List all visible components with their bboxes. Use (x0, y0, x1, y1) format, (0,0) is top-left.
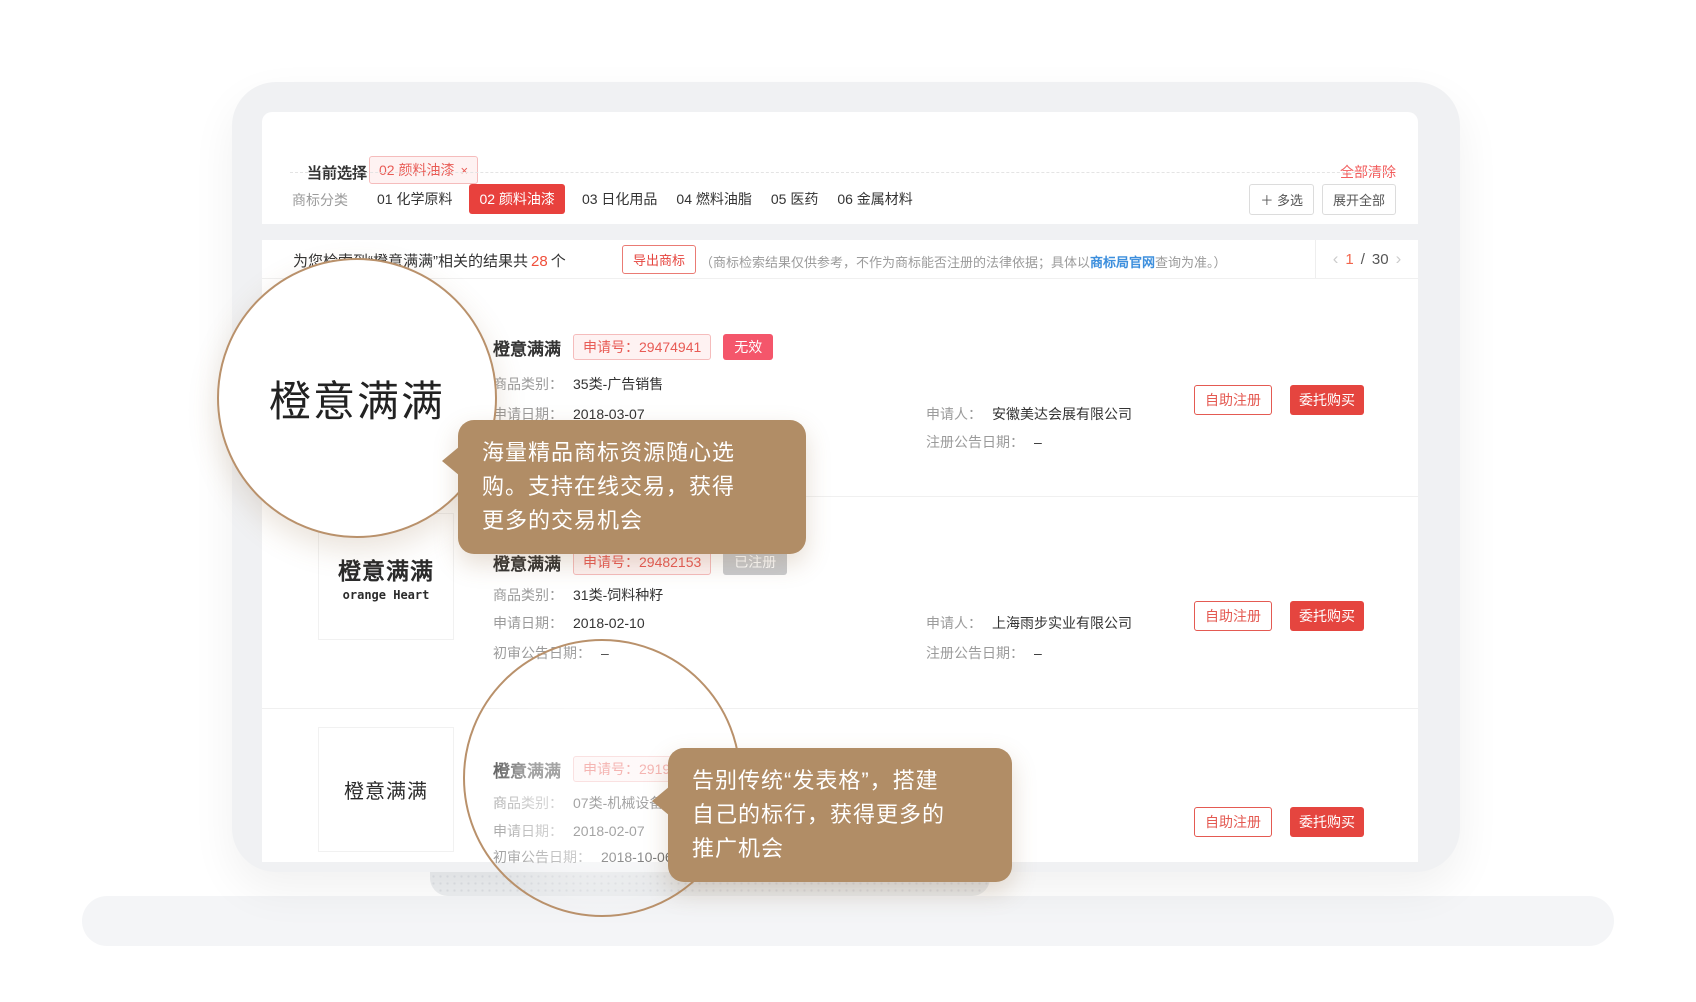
trademark-search-page: 当前选择 02 颜料油漆 × 全部清除 商标分类 01 化学原料 02 颜料油漆… (0, 0, 1696, 1002)
tooltip-arrow-icon (652, 786, 670, 816)
tooltip-line: 海量精品商标资源随心选 (482, 436, 782, 470)
current-page: 1 (1345, 251, 1353, 268)
tab-03-daily[interactable]: 03 日化用品 (580, 184, 659, 214)
row-actions: 自助注册 委托购买 (1194, 807, 1364, 837)
results-header: 为您检索到“橙意满满”相关的结果共28个 导出商标 （商标检索结果仅供参考，不作… (262, 240, 1418, 279)
trademark-image-text: 橙意满满 (338, 552, 434, 586)
callout-tooltip-2: 告别传统“发表格”，搭建 自己的标行，获得更多的 推广机会 (668, 748, 1012, 882)
expand-all-button[interactable]: 展开全部 (1322, 184, 1396, 215)
self-register-button[interactable]: 自助注册 (1194, 601, 1272, 631)
magnified-trademark-text: 橙意满满 (269, 368, 445, 429)
field-value: – (1034, 434, 1042, 450)
tooltip-line: 购。支持在线交易，获得 (482, 470, 782, 504)
field-value: 2018-02-10 (573, 615, 645, 631)
trademark-title-row: 橙意满满 申请号：29474941 无效 (493, 334, 773, 360)
self-register-button[interactable]: 自助注册 (1194, 807, 1272, 837)
self-register-button[interactable]: 自助注册 (1194, 385, 1272, 415)
tab-06-metal[interactable]: 06 金属材料 (835, 184, 914, 214)
field-label: 注册公告日期： (926, 434, 1024, 450)
disclaimer-text: （商标检索结果仅供参考，不作为商标能否注册的法律依据；具体以商标局官网查询为准。… (700, 252, 1227, 271)
selected-filter-tag[interactable]: 02 颜料油漆 × (369, 156, 478, 184)
field-line: 商品类别： 31类-饲料种籽 (493, 585, 663, 605)
category-tabs: 01 化学原料 02 颜料油漆 03 日化用品 04 燃料油脂 05 医药 06… (375, 184, 915, 214)
disclaimer-prefix: （商标检索结果仅供参考，不作为商标能否注册的法律依据；具体以 (700, 255, 1090, 270)
field-value: 35类-广告销售 (573, 376, 663, 392)
field-label: 商品类别： (493, 587, 563, 603)
tab-05-medicine[interactable]: 05 医药 (769, 184, 820, 214)
field-label: 申请人： (926, 615, 982, 631)
field-label: 申请人： (926, 406, 982, 422)
multi-select-button[interactable]: ＋ 多选 (1249, 184, 1314, 215)
category-label: 商标分类 (292, 190, 348, 210)
tab-04-fuel[interactable]: 04 燃料油脂 (674, 184, 753, 214)
callout-tooltip-1: 海量精品商标资源随心选 购。支持在线交易，获得 更多的交易机会 (458, 420, 806, 554)
tooltip-line: 自己的标行，获得更多的 (692, 798, 988, 832)
row-actions: 自助注册 委托购买 (1194, 385, 1364, 415)
tooltip-line: 告别传统“发表格”，搭建 (692, 764, 988, 798)
field-label: 注册公告日期： (926, 645, 1024, 661)
field-label: 商品类别： (493, 376, 563, 392)
field-value: 上海雨步实业有限公司 (992, 615, 1132, 631)
result-row-2: 橙意满满 orange Heart 橙意满满 申请号：29482153 已注册 … (262, 496, 1418, 709)
magnifier-circle: 橙意满满 (217, 258, 497, 538)
row-actions: 自助注册 委托购买 (1194, 601, 1364, 631)
category-actions: ＋ 多选 展开全部 (1249, 184, 1396, 215)
total-pages: 30 (1372, 251, 1389, 268)
field-line: 商品类别： 35类-广告销售 (493, 374, 663, 394)
trademark-image-text: 橙意满满 (344, 775, 428, 804)
field-label: 申请日期： (493, 615, 563, 631)
field-line: 申请日期：2018-02-10 申请人：上海雨步实业有限公司 (493, 613, 645, 633)
trademark-image-subtext: orange Heart (343, 588, 430, 602)
tab-02-paint-active[interactable]: 02 颜料油漆 (469, 184, 564, 214)
results-count: 28 (531, 253, 548, 270)
laptop-base-bar (82, 896, 1614, 946)
status-badge: 无效 (723, 334, 773, 360)
field-value: – (1034, 645, 1042, 661)
tab-01-chemical[interactable]: 01 化学原料 (375, 184, 454, 214)
trademark-image: 橙意满满 (318, 727, 454, 852)
page-separator: / (1361, 251, 1365, 268)
close-icon[interactable]: × (460, 163, 468, 178)
entrust-purchase-button[interactable]: 委托购买 (1290, 601, 1364, 631)
tooltip-line: 更多的交易机会 (482, 504, 782, 538)
disclaimer-suffix: 查询为准。） (1155, 255, 1227, 270)
tooltip-line: 推广机会 (692, 832, 988, 866)
field-value: 31类-饲料种籽 (573, 587, 663, 603)
dashed-divider (290, 172, 1390, 173)
filter-tag-label: 02 颜料油漆 (379, 160, 454, 180)
entrust-purchase-button[interactable]: 委托购买 (1290, 807, 1364, 837)
next-page-icon[interactable]: › (1396, 249, 1402, 269)
summary-unit: 个 (551, 253, 566, 270)
trademark-office-link[interactable]: 商标局官网 (1090, 255, 1155, 270)
trademark-name[interactable]: 橙意满满 (493, 335, 561, 360)
tooltip-arrow-icon (442, 446, 460, 476)
export-trademark-button[interactable]: 导出商标 (622, 245, 696, 274)
prev-page-icon[interactable]: ‹ (1333, 249, 1339, 269)
pagination: ‹ 1 / 30 › (1315, 240, 1418, 278)
field-value: 安徽美达会展有限公司 (992, 406, 1132, 422)
filter-header-panel: 当前选择 02 颜料油漆 × 全部清除 商标分类 01 化学原料 02 颜料油漆… (262, 112, 1418, 224)
entrust-purchase-button[interactable]: 委托购买 (1290, 385, 1364, 415)
application-number-tag: 申请号：29474941 (573, 334, 711, 360)
